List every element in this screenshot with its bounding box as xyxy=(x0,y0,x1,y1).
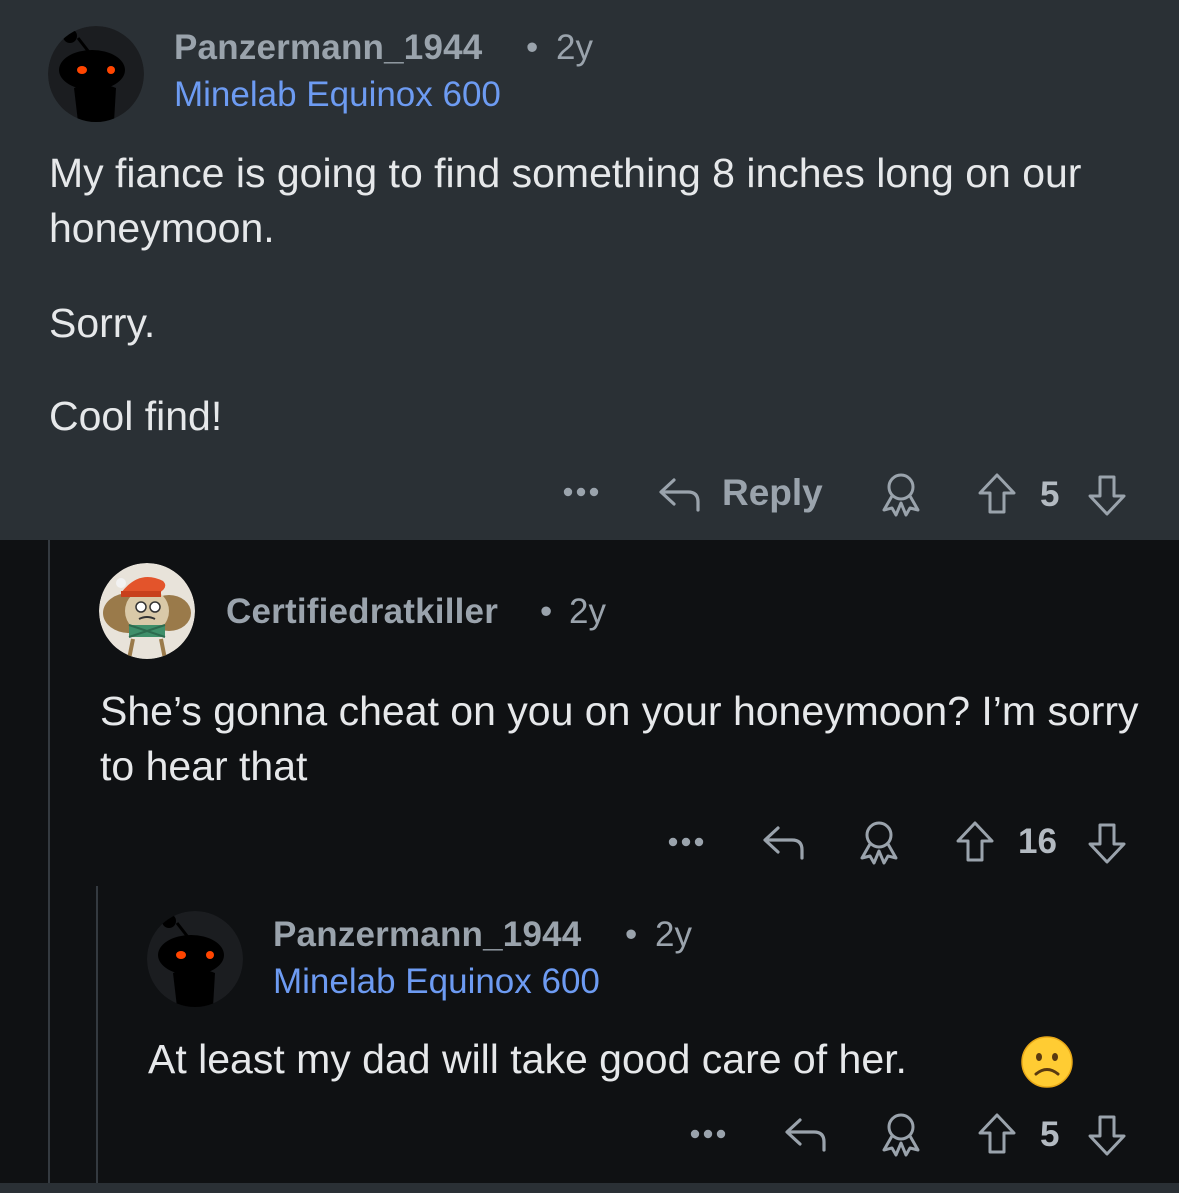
comment-age: 2y xyxy=(569,592,606,631)
upvote-arrow-icon xyxy=(978,1113,1016,1154)
avatar[interactable] xyxy=(99,563,195,659)
reply-button[interactable] xyxy=(782,1114,828,1154)
award-icon xyxy=(882,473,920,517)
reply-label: Reply xyxy=(722,472,823,513)
thread-line[interactable] xyxy=(48,540,50,1183)
comment-age: 2y xyxy=(556,28,593,67)
frowning-face-emoji xyxy=(1021,1036,1073,1093)
username[interactable]: Panzermann_1944 xyxy=(273,915,581,955)
meta-separator: • xyxy=(625,915,638,954)
comment-thread: Panzermann_1944 • 2y Minelab Equinox 600… xyxy=(0,0,1179,1193)
award-button[interactable] xyxy=(878,1110,924,1158)
more-dots-icon xyxy=(563,487,599,497)
more-dots-icon xyxy=(668,837,704,847)
user-flair: Minelab Equinox 600 xyxy=(174,75,501,114)
reply-arrow-icon xyxy=(763,826,804,860)
divider xyxy=(0,1183,1179,1193)
upvote-button[interactable] xyxy=(976,472,1018,516)
comment-paragraph: Cool find! xyxy=(49,393,223,439)
comment-age: 2y xyxy=(655,915,692,954)
thread-line[interactable] xyxy=(96,886,98,1183)
username[interactable]: Panzermann_1944 xyxy=(174,28,482,68)
comment-paragraph: My fiance is going to find something 8 i… xyxy=(49,150,1082,251)
rat-catcher-avatar-icon xyxy=(99,563,195,659)
award-icon xyxy=(882,1113,920,1157)
comment-body: My fiance is going to find something 8 i… xyxy=(49,146,1159,444)
username[interactable]: Certifiedratkiller xyxy=(226,592,498,632)
upvote-button[interactable] xyxy=(954,820,996,864)
vote-score: 5 xyxy=(1040,475,1060,514)
reply-arrow-icon xyxy=(785,1118,826,1152)
downvote-arrow-icon xyxy=(1088,1115,1126,1156)
more-options-button[interactable] xyxy=(667,834,707,850)
award-button[interactable] xyxy=(856,818,902,866)
reply-button[interactable] xyxy=(760,822,806,862)
meta-separator: • xyxy=(526,28,539,67)
award-button[interactable] xyxy=(878,470,924,518)
vote-score: 5 xyxy=(1040,1115,1060,1154)
comment-body: She’s gonna cheat on you on your honeymo… xyxy=(100,684,1160,794)
vote-score: 16 xyxy=(1018,822,1057,861)
downvote-button[interactable] xyxy=(1086,473,1128,517)
avatar[interactable] xyxy=(48,26,144,122)
reply-arrow-icon xyxy=(659,478,700,512)
more-options-button[interactable] xyxy=(689,1126,729,1142)
comment-paragraph: She’s gonna cheat on you on your honeymo… xyxy=(100,688,1139,789)
more-dots-icon xyxy=(690,1129,726,1139)
downvote-button[interactable] xyxy=(1086,1113,1128,1157)
avatar[interactable] xyxy=(147,911,243,1007)
comment-paragraph: Sorry. xyxy=(49,300,156,346)
user-flair: Minelab Equinox 600 xyxy=(273,962,600,1001)
award-icon xyxy=(860,821,898,865)
snoo-avatar-icon xyxy=(147,911,243,1007)
more-options-button[interactable] xyxy=(562,484,602,500)
snoo-avatar-icon xyxy=(48,26,144,122)
comment-body: At least my dad will take good care of h… xyxy=(148,1032,1148,1087)
meta-separator: • xyxy=(540,592,553,631)
reply-button[interactable]: Reply xyxy=(656,472,826,514)
downvote-button[interactable] xyxy=(1086,821,1128,865)
downvote-arrow-icon xyxy=(1088,823,1126,864)
upvote-arrow-icon xyxy=(978,473,1016,514)
upvote-arrow-icon xyxy=(956,821,994,862)
upvote-button[interactable] xyxy=(976,1112,1018,1156)
downvote-arrow-icon xyxy=(1088,475,1126,516)
comment-paragraph: At least my dad will take good care of h… xyxy=(148,1036,907,1082)
comment-highlighted: Panzermann_1944 • 2y Minelab Equinox 600… xyxy=(0,0,1179,540)
